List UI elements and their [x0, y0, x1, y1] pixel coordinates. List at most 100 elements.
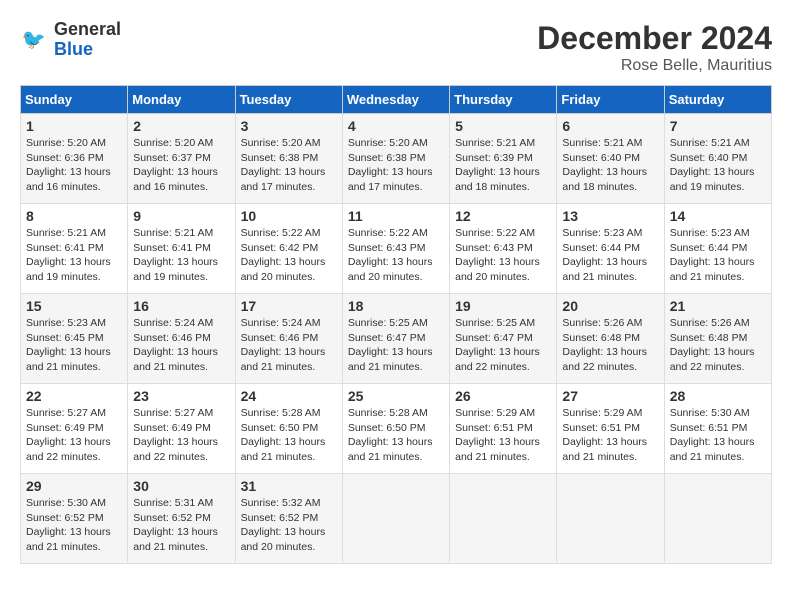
day-info: Sunrise: 5:23 AM Sunset: 6:44 PM Dayligh… [562, 226, 658, 285]
sunrise-label: Sunrise: 5:22 AM [455, 227, 535, 239]
daylight-label: Daylight: 13 hoursand 21 minutes. [348, 346, 433, 373]
logo: 🐦 General Blue [20, 20, 121, 60]
calendar-cell: 21 Sunrise: 5:26 AM Sunset: 6:48 PM Dayl… [664, 294, 771, 384]
daylight-label: Daylight: 13 hoursand 21 minutes. [241, 346, 326, 373]
calendar-cell: 14 Sunrise: 5:23 AM Sunset: 6:44 PM Dayl… [664, 204, 771, 294]
sunset-label: Sunset: 6:38 PM [241, 152, 319, 164]
day-info: Sunrise: 5:29 AM Sunset: 6:51 PM Dayligh… [562, 406, 658, 465]
daylight-label: Daylight: 13 hoursand 20 minutes. [348, 256, 433, 283]
sunrise-label: Sunrise: 5:29 AM [562, 407, 642, 419]
sunrise-label: Sunrise: 5:32 AM [241, 497, 321, 509]
sunset-label: Sunset: 6:48 PM [562, 332, 640, 344]
day-number: 29 [26, 478, 122, 494]
calendar-cell: 19 Sunrise: 5:25 AM Sunset: 6:47 PM Dayl… [450, 294, 557, 384]
day-info: Sunrise: 5:20 AM Sunset: 6:38 PM Dayligh… [348, 136, 444, 195]
calendar-cell [557, 474, 664, 564]
calendar-cell: 18 Sunrise: 5:25 AM Sunset: 6:47 PM Dayl… [342, 294, 449, 384]
title-section: December 2024 Rose Belle, Mauritius [537, 20, 772, 75]
sunset-label: Sunset: 6:46 PM [133, 332, 211, 344]
calendar-cell: 29 Sunrise: 5:30 AM Sunset: 6:52 PM Dayl… [21, 474, 128, 564]
day-number: 10 [241, 208, 337, 224]
day-info: Sunrise: 5:21 AM Sunset: 6:39 PM Dayligh… [455, 136, 551, 195]
daylight-label: Daylight: 13 hoursand 21 minutes. [26, 526, 111, 553]
sunrise-label: Sunrise: 5:23 AM [26, 317, 106, 329]
day-number: 14 [670, 208, 766, 224]
day-number: 4 [348, 118, 444, 134]
day-info: Sunrise: 5:27 AM Sunset: 6:49 PM Dayligh… [133, 406, 229, 465]
calendar-cell: 12 Sunrise: 5:22 AM Sunset: 6:43 PM Dayl… [450, 204, 557, 294]
daylight-label: Daylight: 13 hoursand 22 minutes. [670, 346, 755, 373]
daylight-label: Daylight: 13 hoursand 21 minutes. [133, 346, 218, 373]
daylight-label: Daylight: 13 hoursand 22 minutes. [455, 346, 540, 373]
sunset-label: Sunset: 6:51 PM [670, 422, 748, 434]
calendar-week-4: 22 Sunrise: 5:27 AM Sunset: 6:49 PM Dayl… [21, 384, 772, 474]
sunset-label: Sunset: 6:44 PM [670, 242, 748, 254]
sunrise-label: Sunrise: 5:23 AM [562, 227, 642, 239]
sunset-label: Sunset: 6:43 PM [348, 242, 426, 254]
day-info: Sunrise: 5:28 AM Sunset: 6:50 PM Dayligh… [348, 406, 444, 465]
calendar-cell: 16 Sunrise: 5:24 AM Sunset: 6:46 PM Dayl… [128, 294, 235, 384]
day-info: Sunrise: 5:31 AM Sunset: 6:52 PM Dayligh… [133, 496, 229, 555]
daylight-label: Daylight: 13 hoursand 17 minutes. [348, 166, 433, 193]
day-of-week-sunday: Sunday [21, 86, 128, 114]
day-info: Sunrise: 5:26 AM Sunset: 6:48 PM Dayligh… [562, 316, 658, 375]
sunset-label: Sunset: 6:51 PM [455, 422, 533, 434]
calendar-cell: 17 Sunrise: 5:24 AM Sunset: 6:46 PM Dayl… [235, 294, 342, 384]
logo-text: General Blue [54, 20, 121, 60]
calendar-cell: 11 Sunrise: 5:22 AM Sunset: 6:43 PM Dayl… [342, 204, 449, 294]
day-info: Sunrise: 5:25 AM Sunset: 6:47 PM Dayligh… [455, 316, 551, 375]
calendar-cell: 23 Sunrise: 5:27 AM Sunset: 6:49 PM Dayl… [128, 384, 235, 474]
day-info: Sunrise: 5:22 AM Sunset: 6:43 PM Dayligh… [348, 226, 444, 285]
sunrise-label: Sunrise: 5:26 AM [670, 317, 750, 329]
calendar-cell: 2 Sunrise: 5:20 AM Sunset: 6:37 PM Dayli… [128, 114, 235, 204]
sunset-label: Sunset: 6:52 PM [241, 512, 319, 524]
sunset-label: Sunset: 6:38 PM [348, 152, 426, 164]
day-info: Sunrise: 5:23 AM Sunset: 6:44 PM Dayligh… [670, 226, 766, 285]
sunrise-label: Sunrise: 5:21 AM [133, 227, 213, 239]
calendar-header-row: SundayMondayTuesdayWednesdayThursdayFrid… [21, 86, 772, 114]
calendar-cell: 5 Sunrise: 5:21 AM Sunset: 6:39 PM Dayli… [450, 114, 557, 204]
daylight-label: Daylight: 13 hoursand 21 minutes. [241, 436, 326, 463]
calendar-cell: 22 Sunrise: 5:27 AM Sunset: 6:49 PM Dayl… [21, 384, 128, 474]
sunset-label: Sunset: 6:51 PM [562, 422, 640, 434]
calendar-cell: 6 Sunrise: 5:21 AM Sunset: 6:40 PM Dayli… [557, 114, 664, 204]
day-info: Sunrise: 5:21 AM Sunset: 6:41 PM Dayligh… [26, 226, 122, 285]
sunrise-label: Sunrise: 5:24 AM [241, 317, 321, 329]
sunrise-label: Sunrise: 5:22 AM [348, 227, 428, 239]
main-title: December 2024 [537, 20, 772, 57]
sunrise-label: Sunrise: 5:28 AM [348, 407, 428, 419]
sunset-label: Sunset: 6:41 PM [26, 242, 104, 254]
calendar-cell: 13 Sunrise: 5:23 AM Sunset: 6:44 PM Dayl… [557, 204, 664, 294]
calendar-cell: 4 Sunrise: 5:20 AM Sunset: 6:38 PM Dayli… [342, 114, 449, 204]
day-number: 1 [26, 118, 122, 134]
calendar-cell: 7 Sunrise: 5:21 AM Sunset: 6:40 PM Dayli… [664, 114, 771, 204]
daylight-label: Daylight: 13 hoursand 22 minutes. [133, 436, 218, 463]
day-number: 21 [670, 298, 766, 314]
day-of-week-friday: Friday [557, 86, 664, 114]
day-info: Sunrise: 5:21 AM Sunset: 6:41 PM Dayligh… [133, 226, 229, 285]
day-number: 8 [26, 208, 122, 224]
day-info: Sunrise: 5:30 AM Sunset: 6:51 PM Dayligh… [670, 406, 766, 465]
sunset-label: Sunset: 6:40 PM [562, 152, 640, 164]
sunrise-label: Sunrise: 5:20 AM [241, 137, 321, 149]
day-number: 18 [348, 298, 444, 314]
day-number: 24 [241, 388, 337, 404]
sunrise-label: Sunrise: 5:22 AM [241, 227, 321, 239]
sunrise-label: Sunrise: 5:29 AM [455, 407, 535, 419]
sunrise-label: Sunrise: 5:30 AM [26, 497, 106, 509]
calendar-cell: 10 Sunrise: 5:22 AM Sunset: 6:42 PM Dayl… [235, 204, 342, 294]
day-number: 31 [241, 478, 337, 494]
sunset-label: Sunset: 6:41 PM [133, 242, 211, 254]
sunset-label: Sunset: 6:50 PM [241, 422, 319, 434]
daylight-label: Daylight: 13 hoursand 20 minutes. [241, 256, 326, 283]
day-info: Sunrise: 5:24 AM Sunset: 6:46 PM Dayligh… [241, 316, 337, 375]
day-info: Sunrise: 5:21 AM Sunset: 6:40 PM Dayligh… [562, 136, 658, 195]
sunset-label: Sunset: 6:36 PM [26, 152, 104, 164]
day-of-week-tuesday: Tuesday [235, 86, 342, 114]
calendar-cell: 20 Sunrise: 5:26 AM Sunset: 6:48 PM Dayl… [557, 294, 664, 384]
daylight-label: Daylight: 13 hoursand 20 minutes. [455, 256, 540, 283]
calendar-cell: 1 Sunrise: 5:20 AM Sunset: 6:36 PM Dayli… [21, 114, 128, 204]
day-info: Sunrise: 5:32 AM Sunset: 6:52 PM Dayligh… [241, 496, 337, 555]
daylight-label: Daylight: 13 hoursand 17 minutes. [241, 166, 326, 193]
day-number: 25 [348, 388, 444, 404]
